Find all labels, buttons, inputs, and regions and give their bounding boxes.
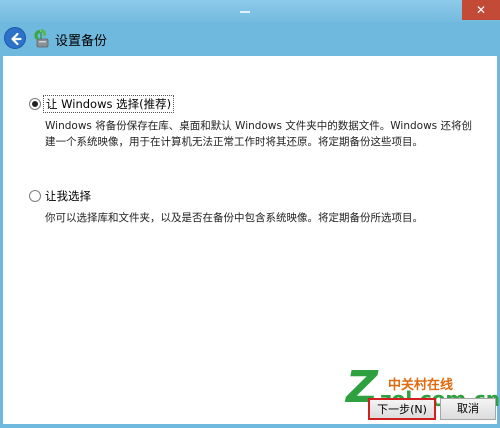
close-button[interactable]: ✕	[462, 0, 500, 20]
option-description: 你可以选择库和文件夹，以及是否在备份中包含系统映像。将定期备份所选项目。	[45, 212, 423, 224]
radio-let-me-choose[interactable]	[29, 190, 41, 202]
next-button[interactable]: 下一步(N)	[368, 398, 436, 420]
option-label[interactable]: 让 Windows 选择(推荐)	[43, 95, 175, 113]
page-title: 设置备份	[55, 34, 108, 49]
cancel-button[interactable]: 取消	[440, 398, 496, 420]
backup-icon	[34, 29, 49, 48]
minimize-button[interactable]	[232, 0, 258, 20]
window-title-bar: ✕	[0, 0, 500, 22]
option-label[interactable]: 让我选择	[45, 188, 91, 204]
option-description: Windows 将备份保存在库、桌面和默认 Windows 文件夹中的数据文件。…	[45, 120, 472, 148]
navigation-bar: 设置备份	[0, 22, 500, 56]
close-icon: ✕	[475, 3, 487, 17]
minimize-icon	[240, 11, 250, 13]
back-button[interactable]	[4, 27, 26, 49]
arrow-left-icon	[11, 32, 22, 46]
radio-let-windows-choose[interactable]	[29, 98, 41, 110]
